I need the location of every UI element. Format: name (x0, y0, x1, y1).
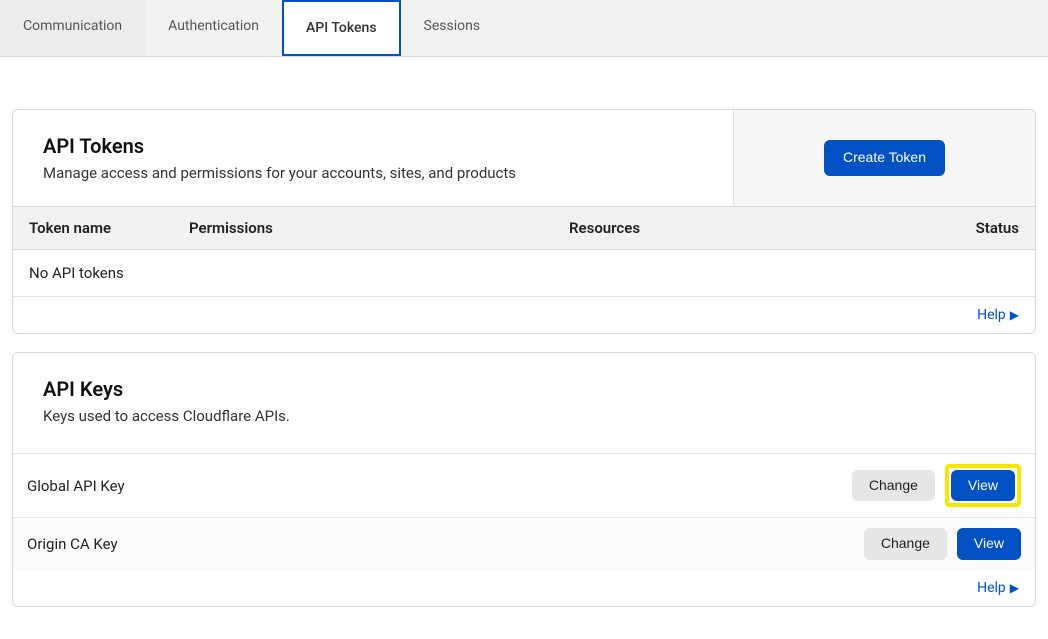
caret-right-icon: ▶ (1010, 581, 1019, 595)
col-resources: Resources (569, 219, 879, 237)
tab-communication[interactable]: Communication (0, 0, 145, 56)
tab-sessions[interactable]: Sessions (401, 0, 504, 56)
api-keys-footer: Help ▶ (13, 570, 1035, 606)
col-status: Status (879, 219, 1019, 237)
api-keys-help-link[interactable]: Help ▶ (977, 580, 1019, 596)
create-token-button[interactable]: Create Token (824, 140, 945, 175)
key-row-global: Global API Key Change View (13, 453, 1035, 517)
col-token-name: Token name (29, 219, 189, 237)
highlighted-view-wrap: View (945, 464, 1021, 507)
api-keys-header: API Keys Keys used to access Cloudflare … (13, 353, 1035, 453)
key-row-origin: Origin CA Key Change View (13, 517, 1035, 569)
key-actions-origin: Change View (864, 528, 1021, 559)
api-tokens-empty: No API tokens (13, 250, 1035, 297)
api-keys-description: Keys used to access Cloudflare APIs. (43, 407, 1005, 425)
api-tokens-header-action: Create Token (733, 110, 1035, 206)
help-label: Help (977, 307, 1006, 323)
api-tokens-title: API Tokens (43, 134, 703, 158)
caret-right-icon: ▶ (1010, 308, 1019, 322)
key-name-origin: Origin CA Key (27, 535, 118, 553)
api-tokens-table-head: Token name Permissions Resources Status (13, 206, 1035, 250)
api-tokens-help-link[interactable]: Help ▶ (977, 307, 1019, 323)
view-button-origin[interactable]: View (957, 528, 1021, 559)
page-content: API Tokens Manage access and permissions… (0, 57, 1048, 631)
tab-api-tokens[interactable]: API Tokens (282, 0, 401, 56)
api-keys-title: API Keys (43, 377, 1005, 401)
change-button-global[interactable]: Change (852, 470, 935, 501)
change-button-origin[interactable]: Change (864, 528, 947, 559)
tabs-bar: Communication Authentication API Tokens … (0, 0, 1048, 57)
col-permissions: Permissions (189, 219, 569, 237)
help-label: Help (977, 580, 1006, 596)
api-tokens-header: API Tokens Manage access and permissions… (13, 110, 1035, 206)
view-button-global[interactable]: View (951, 470, 1015, 501)
key-actions-global: Change View (852, 464, 1021, 507)
key-name-global: Global API Key (27, 477, 125, 495)
api-keys-card: API Keys Keys used to access Cloudflare … (12, 352, 1036, 607)
api-tokens-footer: Help ▶ (13, 297, 1035, 333)
tab-authentication[interactable]: Authentication (145, 0, 282, 56)
api-tokens-description: Manage access and permissions for your a… (43, 164, 703, 182)
api-tokens-card: API Tokens Manage access and permissions… (12, 109, 1036, 334)
api-tokens-header-text: API Tokens Manage access and permissions… (13, 110, 733, 206)
